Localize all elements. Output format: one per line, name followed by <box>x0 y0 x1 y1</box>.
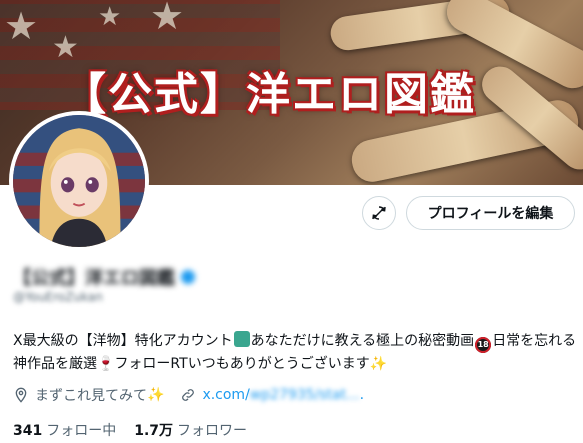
follow-counts: 341 フォロー中 1.7万 フォロワー <box>13 420 247 440</box>
display-name: 【公式】洋エロ図鑑 <box>13 264 195 290</box>
sparkles-icon: ✨ <box>147 387 165 403</box>
user-handle: @YouEroZukan <box>13 290 103 304</box>
banner-title: 【公式】洋エロ図鑑 <box>62 69 476 120</box>
location-icon <box>13 387 29 403</box>
verified-badge-icon <box>181 270 195 284</box>
avatar[interactable] <box>9 111 149 251</box>
followers-count: 1.7万 <box>134 423 174 439</box>
statue-of-liberty-icon <box>233 331 250 347</box>
profile-bio: X最大級の【洋物】特化アカウント あなただけに教える極上の秘密動画 18 日常を忘れる… <box>13 330 579 375</box>
following-label: フォロー中 <box>46 423 117 439</box>
following-link[interactable]: 341 フォロー中 <box>13 420 116 440</box>
banner-star-icon: ★ <box>98 2 122 32</box>
link-visible-text: x.com/ <box>202 387 250 403</box>
profile-meta: まずこれ見てみて ✨ x.com/wp27935/stat.... <box>13 385 364 405</box>
sync-icon-button[interactable] <box>362 196 396 230</box>
banner-star-icon: ★ <box>150 0 185 38</box>
followers-link[interactable]: 1.7万 フォロワー <box>134 420 247 440</box>
followers-label: フォロワー <box>177 423 248 439</box>
sync-icon <box>372 206 386 220</box>
no-under-18-icon: 18 <box>475 337 492 353</box>
bio-text: あなただけに教える極上の秘密動画 <box>250 333 475 349</box>
profile-website-link[interactable]: x.com/wp27935/stat.... <box>202 387 364 403</box>
following-count: 341 <box>13 423 43 439</box>
avatar-illustration <box>13 115 145 247</box>
bio-text: フォローRTいつもありがとうございます <box>114 356 370 372</box>
sparkles-icon: ✨ <box>369 356 388 372</box>
link-blurred-text: wp27935/stat... <box>249 387 360 403</box>
bio-text: X最大級の【洋物】特化アカウント <box>13 333 233 349</box>
edit-profile-button[interactable]: プロフィールを編集 <box>406 196 575 230</box>
location-text: まずこれ見てみて <box>35 388 147 404</box>
link-suffix-text: . <box>359 387 365 403</box>
wine-glass-icon: 🍷 <box>97 356 115 372</box>
banner-star-icon: ★ <box>4 4 39 48</box>
link-icon <box>180 387 196 403</box>
display-name-text: 【公式】洋エロ図鑑 <box>13 268 175 289</box>
